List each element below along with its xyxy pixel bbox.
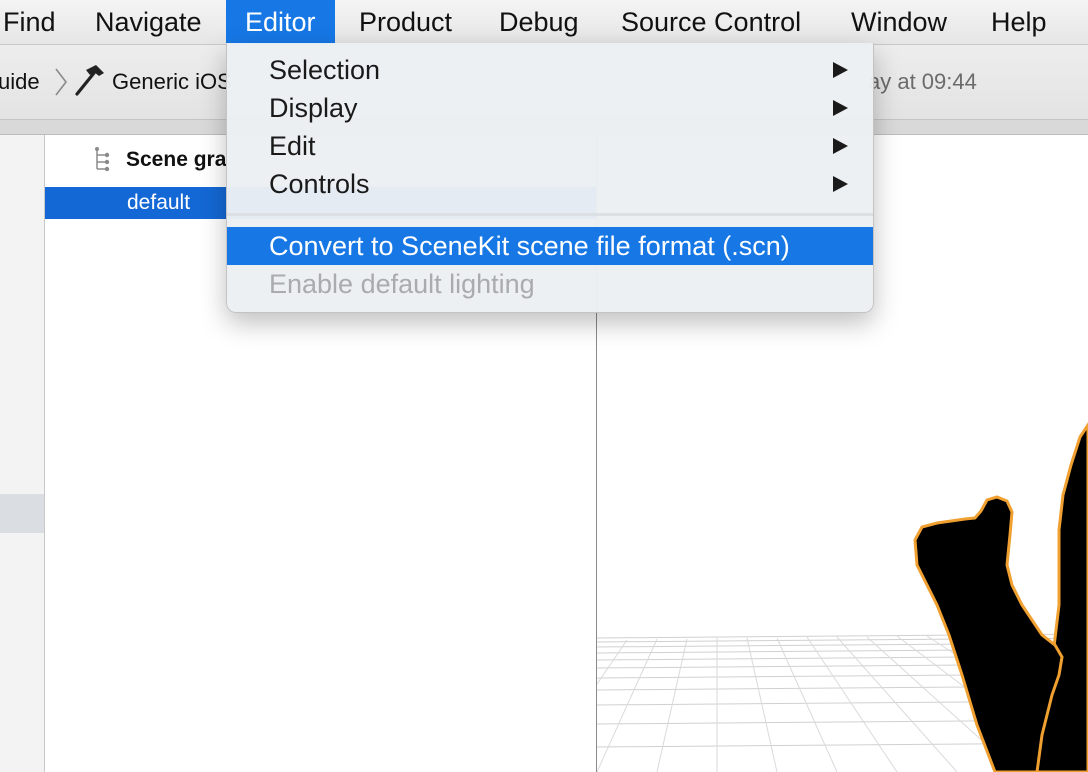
menu-item-selection[interactable]: Selection <box>227 51 873 89</box>
outline-title: Scene gra <box>126 148 227 171</box>
navigator-selected-row[interactable] <box>0 494 44 533</box>
menu-item-controls[interactable]: Controls <box>227 165 873 203</box>
menu-help[interactable]: Help <box>972 0 1066 44</box>
menu-item-label: Enable default lighting <box>269 269 535 299</box>
menu-item-convert-to-scn[interactable]: Convert to SceneKit scene file format (.… <box>227 227 873 265</box>
menu-item-label: Edit <box>269 131 316 161</box>
menu-separator <box>227 213 873 216</box>
submenu-arrow-icon <box>833 176 848 192</box>
scheme-device-label[interactable]: Generic iOS <box>112 67 232 97</box>
submenu-arrow-icon <box>833 138 848 154</box>
menu-source-control[interactable]: Source Control <box>602 0 820 44</box>
editor-menu-dropdown: Selection Display Edit Controls Convert … <box>226 43 874 313</box>
hammer-icon <box>75 65 104 96</box>
menu-item-label: Convert to SceneKit scene file format (.… <box>269 231 790 261</box>
menu-item-label: Controls <box>269 169 370 199</box>
menu-item-enable-default-lighting: Enable default lighting <box>227 265 873 303</box>
activity-status-text: ay at 09:44 <box>868 69 977 94</box>
scene-graph-icon <box>95 147 110 172</box>
menu-window[interactable]: Window <box>832 0 966 44</box>
chevron-right-icon <box>55 68 68 96</box>
submenu-arrow-icon <box>833 100 848 116</box>
menu-find[interactable]: Find <box>0 0 75 44</box>
menu-item-edit[interactable]: Edit <box>227 127 873 165</box>
menu-item-display[interactable]: Display <box>227 89 873 127</box>
menu-item-label: Selection <box>269 55 381 85</box>
menu-editor[interactable]: Editor <box>226 0 335 44</box>
menu-product[interactable]: Product <box>340 0 471 44</box>
menu-item-label: Display <box>269 93 358 123</box>
scheme-target-label[interactable]: uide <box>0 67 40 97</box>
menu-debug[interactable]: Debug <box>480 0 598 44</box>
menu-bar: Find Navigate Editor Product Debug Sourc… <box>0 0 1088 45</box>
navigator-sidebar <box>0 135 45 772</box>
submenu-arrow-icon <box>833 62 848 78</box>
outline-row-label: default <box>127 191 191 214</box>
menu-navigate[interactable]: Navigate <box>76 0 221 44</box>
